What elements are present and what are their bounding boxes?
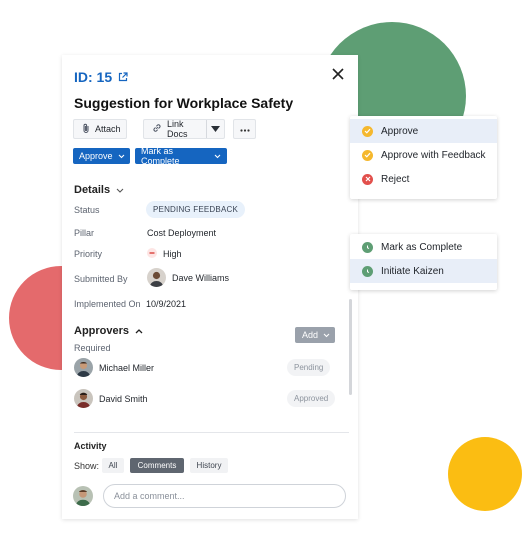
check-circle-icon [362, 149, 373, 161]
pillar-value: Cost Deployment [147, 228, 217, 238]
approver-row: Michael Miller [74, 358, 154, 377]
close-icon[interactable] [330, 66, 346, 82]
activity-heading: Activity [74, 441, 107, 451]
mark-complete-button-label: Mark as Complete [141, 146, 180, 166]
suggestion-id-label: ID: 15 [74, 69, 113, 85]
menu-item-reject[interactable]: Reject [350, 167, 497, 191]
submitted-by-value: Dave Williams [147, 268, 229, 287]
check-circle-icon [362, 125, 373, 137]
external-link-icon[interactable] [118, 72, 128, 82]
approver-name: David Smith [99, 393, 148, 404]
approver-status-badge: Approved [287, 390, 336, 407]
implemented-on-label: Implemented On [74, 299, 141, 309]
filter-all-button[interactable]: All [102, 458, 124, 473]
show-label: Show: [74, 461, 100, 471]
submitted-by-name: Dave Williams [172, 272, 230, 283]
pillar-label: Pillar [74, 228, 95, 238]
menu-item-mark-as-complete[interactable]: Mark as Complete [350, 235, 497, 259]
status-badge: PENDING FEEDBACK [146, 201, 245, 218]
mark-complete-dropdown-menu: Mark as Complete Initiate Kaizen [350, 234, 497, 290]
menu-item-label: Reject [381, 173, 410, 185]
decorative-yellow-circle [448, 437, 522, 511]
clock-icon [362, 241, 373, 253]
menu-item-approve[interactable]: Approve [350, 119, 497, 143]
filter-history-button[interactable]: History [190, 458, 228, 473]
approver-status-badge: Pending [287, 359, 331, 376]
current-user-avatar [73, 486, 93, 506]
required-label: Required [74, 343, 111, 353]
approve-dropdown-menu: Approve Approve with Feedback Reject [350, 116, 497, 199]
priority-high-icon [147, 248, 157, 260]
mark-complete-dropdown-button[interactable]: Mark as Complete [135, 146, 227, 166]
x-circle-icon [362, 173, 373, 185]
chevron-up-icon [135, 325, 143, 337]
implemented-on-value: 10/9/2021 [146, 299, 187, 309]
attach-button[interactable]: Attach [73, 119, 127, 139]
more-options-button[interactable] [233, 119, 256, 139]
approvers-heading: Approvers [74, 325, 130, 337]
menu-item-initiate-kaizen[interactable]: Initiate Kaizen [350, 259, 497, 283]
menu-item-label: Approve [381, 125, 419, 137]
chevron-down-icon [214, 151, 221, 161]
menu-item-label: Approve with Feedback [381, 149, 486, 161]
menu-item-label: Mark as Complete [381, 241, 463, 253]
link-docs-dropdown-toggle[interactable] [206, 120, 224, 138]
section-divider [74, 432, 349, 433]
approver-name: Michael Miller [99, 362, 155, 373]
status-label: Status [74, 205, 100, 215]
add-approver-button[interactable]: Add [295, 327, 335, 343]
caret-down-icon [211, 126, 221, 132]
approve-dropdown-button[interactable]: Approve [73, 148, 130, 164]
clock-icon [362, 265, 373, 277]
avatar [147, 268, 166, 287]
details-heading: Details [74, 184, 111, 196]
approver-row: David Smith [74, 389, 148, 408]
menu-item-approve-with-feedback[interactable]: Approve with Feedback [350, 143, 497, 167]
chevron-down-icon [118, 151, 125, 161]
suggestion-id: ID: 15 [74, 69, 128, 85]
priority-label: Priority [74, 249, 103, 259]
priority-value-text: High [163, 249, 182, 259]
avatar [74, 389, 93, 408]
approve-button-label: Approve [79, 151, 113, 161]
scrollbar[interactable] [349, 299, 352, 395]
page-title: Suggestion for Workplace Safety [74, 95, 294, 111]
link-docs-button[interactable]: Link Docs [143, 119, 225, 139]
filter-comments-button[interactable]: Comments [130, 458, 184, 473]
menu-item-label: Initiate Kaizen [381, 265, 444, 277]
chevron-down-icon [323, 330, 330, 340]
suggestion-detail-panel: ID: 15 Suggestion for Workplace Safety A… [62, 55, 358, 519]
priority-value: High [147, 248, 182, 260]
submitted-by-label: Submitted By [74, 274, 128, 284]
add-approver-label: Add [302, 330, 319, 340]
attach-label: Attach [95, 124, 121, 134]
avatar [74, 358, 93, 377]
ellipsis-icon [239, 124, 250, 134]
paperclip-icon [82, 123, 90, 136]
link-icon [152, 123, 162, 135]
comment-input[interactable]: Add a comment... [103, 484, 346, 508]
link-docs-label: Link Docs [167, 119, 188, 139]
approvers-section-toggle[interactable]: Approvers [74, 325, 143, 337]
details-section-toggle[interactable]: Details [74, 184, 124, 196]
chevron-down-icon [116, 184, 124, 196]
